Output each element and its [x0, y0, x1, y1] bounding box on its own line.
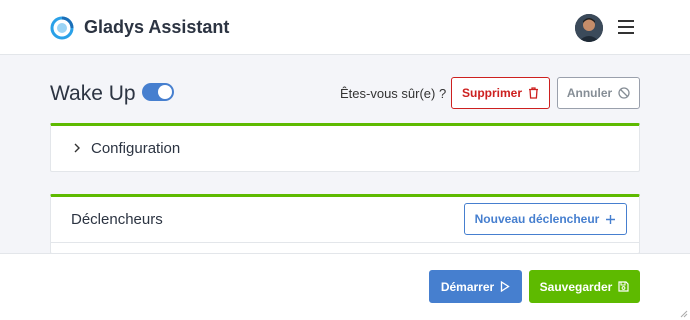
- start-button[interactable]: Démarrer: [429, 270, 522, 303]
- cancel-button-label: Annuler: [566, 86, 613, 100]
- save-button-label: Sauvegarder: [539, 279, 613, 294]
- toggle-knob: [158, 85, 172, 99]
- delete-confirm-text: Êtes-vous sûr(e) ?: [340, 86, 447, 101]
- play-icon: [501, 281, 510, 292]
- cancel-button[interactable]: Annuler: [557, 77, 640, 109]
- scene-enabled-toggle[interactable]: [142, 83, 174, 101]
- resize-grip-icon[interactable]: [678, 308, 688, 318]
- new-trigger-button[interactable]: Nouveau déclencheur: [464, 203, 627, 235]
- ban-icon: [618, 87, 630, 99]
- top-navbar: Gladys Assistant: [0, 0, 690, 55]
- triggers-divider: [51, 242, 639, 243]
- configuration-title: Configuration: [91, 140, 181, 157]
- triggers-card: Déclencheurs Nouveau déclencheur: [50, 194, 640, 254]
- app-title[interactable]: Gladys Assistant: [84, 17, 229, 38]
- start-button-label: Démarrer: [440, 279, 495, 294]
- configuration-card[interactable]: Configuration: [50, 123, 640, 172]
- scene-name: Wake Up: [50, 82, 136, 105]
- user-avatar-icon: [575, 14, 603, 42]
- save-button[interactable]: Sauvegarder: [529, 270, 640, 303]
- avatar[interactable]: [575, 14, 603, 42]
- hamburger-menu-icon[interactable]: [618, 20, 634, 34]
- chevron-right-icon: [74, 143, 80, 153]
- plus-icon: [606, 214, 616, 224]
- new-trigger-label: Nouveau déclencheur: [474, 212, 600, 226]
- gladys-logo-icon[interactable]: [50, 16, 74, 40]
- delete-button-label: Supprimer: [461, 86, 522, 100]
- triggers-title: Déclencheurs: [71, 211, 163, 228]
- delete-button[interactable]: Supprimer: [451, 77, 550, 109]
- footer-bar: Démarrer Sauvegarder: [0, 253, 690, 320]
- trash-icon: [529, 87, 538, 99]
- floppy-save-icon: [618, 281, 629, 292]
